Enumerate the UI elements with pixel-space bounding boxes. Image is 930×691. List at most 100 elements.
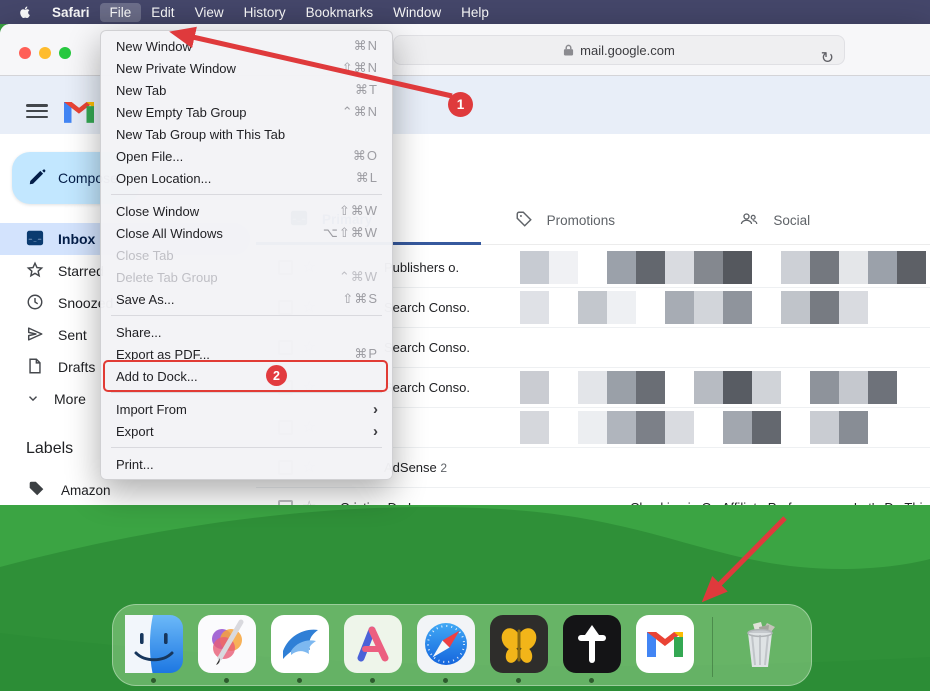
menubar-item-edit[interactable]: Edit bbox=[141, 3, 184, 22]
star-icon[interactable]: ☆ bbox=[302, 497, 316, 505]
menu-item-shortcut: ⌘T bbox=[355, 82, 378, 97]
dock-icon-trash[interactable] bbox=[731, 615, 789, 685]
file-menu-item-new-empty-tab-group[interactable]: New Empty Tab Group ⌃⌘N bbox=[101, 101, 392, 123]
menu-item-shortcut: ⌥⇧⌘W bbox=[322, 225, 378, 240]
zoom-window-button[interactable] bbox=[59, 47, 71, 59]
menubar-item-bookmarks[interactable]: Bookmarks bbox=[296, 3, 384, 22]
menu-item-shortcut: ⌘O bbox=[352, 148, 378, 163]
email-sender: Search Conso. bbox=[384, 340, 470, 355]
gmail-logo bbox=[64, 97, 94, 132]
menubar-item-view[interactable]: View bbox=[185, 3, 234, 22]
menu-item-shortcut: ⇧⌘N bbox=[341, 60, 378, 75]
menu-item-label: Open File... bbox=[116, 148, 184, 164]
labels-heading: Labels bbox=[26, 440, 74, 457]
file-menu-item-close-tab: Close Tab bbox=[101, 244, 392, 266]
apple-menu-icon[interactable] bbox=[0, 4, 42, 20]
file-menu-item-print[interactable]: Print... bbox=[101, 453, 392, 475]
menu-item-label: Export bbox=[116, 423, 154, 439]
annotation-badge-1: 1 bbox=[448, 92, 473, 117]
sidebar-item-label: More bbox=[54, 391, 86, 407]
dock-icon-gmail[interactable] bbox=[636, 615, 694, 685]
menu-item-label: Import From bbox=[116, 401, 187, 417]
running-indicator-dot bbox=[443, 678, 448, 683]
sidebar-item-label: Sent bbox=[58, 327, 87, 343]
submenu-chevron-icon: › bbox=[373, 400, 378, 418]
menu-item-label: New Window bbox=[116, 38, 192, 54]
draft-icon bbox=[26, 357, 44, 378]
email-sender: Search Conso. bbox=[384, 300, 470, 315]
file-menu-item-open-location[interactable]: Open Location... ⌘L bbox=[101, 167, 392, 189]
dock-icon-bird[interactable] bbox=[271, 615, 329, 685]
inbox-icon bbox=[26, 229, 44, 250]
minimize-window-button[interactable] bbox=[39, 47, 51, 59]
dock-icon-t-app[interactable] bbox=[563, 615, 621, 685]
running-indicator-dot bbox=[370, 678, 375, 683]
sidebar-item-label: Drafts bbox=[58, 359, 96, 375]
file-menu-item-delete-tab-group: Delete Tab Group ⌃⌘W bbox=[101, 266, 392, 288]
email-row[interactable]: ☆Cristina De LeonChecking in On Affiliat… bbox=[256, 488, 930, 505]
chevron-icon bbox=[26, 391, 40, 408]
reload-icon[interactable]: ↻ bbox=[821, 51, 834, 67]
redacted-content bbox=[520, 291, 926, 324]
dock bbox=[112, 604, 812, 686]
macos-menu-bar: Safari File Edit View History Bookmarks Window… bbox=[0, 0, 930, 24]
email-sender: Search Conso. bbox=[384, 380, 470, 395]
menu-item-label: New Tab Group with This Tab bbox=[116, 126, 286, 142]
file-menu-item-add-to-dock[interactable]: Add to Dock... 2 bbox=[101, 360, 392, 392]
file-menu-item-export[interactable]: Export › bbox=[101, 420, 392, 442]
email-sender: Publishers o. bbox=[384, 260, 460, 275]
file-menu-item-new-window[interactable]: New Window ⌘N bbox=[101, 35, 392, 57]
menu-item-label: Delete Tab Group bbox=[116, 269, 218, 285]
tab-social[interactable]: Social bbox=[705, 196, 930, 245]
menu-item-shortcut: ⌘N bbox=[353, 38, 378, 53]
menu-item-label: Print... bbox=[116, 456, 154, 472]
menu-item-shortcut: ⇧⌘W bbox=[338, 203, 378, 218]
file-menu-item-import-from[interactable]: Import From › bbox=[101, 398, 392, 420]
file-menu-item-close-all-windows[interactable]: Close All Windows ⌥⇧⌘W bbox=[101, 222, 392, 244]
dock-separator bbox=[712, 617, 713, 677]
redacted-content bbox=[520, 411, 926, 444]
email-sender: AdSense 2 bbox=[384, 460, 448, 475]
running-indicator-dot bbox=[297, 678, 302, 683]
file-menu-item-new-tab[interactable]: New Tab ⌘T bbox=[101, 79, 392, 101]
file-menu-item-new-tab-group-with-this-tab[interactable]: New Tab Group with This Tab bbox=[101, 123, 392, 145]
pencil-icon bbox=[28, 168, 46, 189]
tab-label: Social bbox=[773, 213, 811, 228]
dock-icon-safari[interactable] bbox=[417, 615, 475, 685]
dock-icon-pixelmator[interactable] bbox=[198, 615, 256, 685]
menu-item-label: Close Tab bbox=[116, 247, 174, 263]
sidebar-item-label: Starred bbox=[58, 263, 104, 279]
running-indicator-dot bbox=[589, 678, 594, 683]
file-menu-item-close-window[interactable]: Close Window ⇧⌘W bbox=[101, 200, 392, 222]
tag-icon bbox=[515, 210, 533, 231]
label-text: Amazon bbox=[61, 482, 111, 498]
hamburger-menu-icon[interactable] bbox=[26, 104, 48, 118]
menubar-item-file[interactable]: File bbox=[99, 2, 142, 22]
file-menu-item-share[interactable]: Share... bbox=[101, 321, 392, 343]
menu-item-shortcut: ⌘L bbox=[355, 170, 378, 185]
tab-promotions[interactable]: Promotions bbox=[481, 196, 706, 245]
dock-icon-finder[interactable] bbox=[125, 615, 183, 685]
file-menu-item-open-file[interactable]: Open File... ⌘O bbox=[101, 145, 392, 167]
menubar-item-help[interactable]: Help bbox=[451, 3, 499, 22]
close-window-button[interactable] bbox=[19, 47, 31, 59]
file-menu-item-new-private-window[interactable]: New Private Window ⇧⌘N bbox=[101, 57, 392, 79]
file-menu-panel: New Window ⌘N New Private Window ⇧⌘N New Tab… bbox=[100, 30, 393, 480]
menu-item-shortcut: ⌃⌘N bbox=[341, 104, 378, 119]
dock-icon-butterfly[interactable] bbox=[490, 615, 548, 685]
menu-item-label: Close All Windows bbox=[116, 225, 223, 241]
running-indicator-dot bbox=[516, 678, 521, 683]
dock-icon-a-app[interactable] bbox=[344, 615, 402, 685]
star-icon bbox=[26, 261, 44, 282]
address-bar[interactable]: mail.google.com ↻ bbox=[393, 35, 845, 67]
menu-separator bbox=[111, 315, 382, 316]
menubar-item-window[interactable]: Window bbox=[383, 3, 451, 22]
menu-separator bbox=[111, 194, 382, 195]
file-menu-item-save-as[interactable]: Save As... ⇧⌘S bbox=[101, 288, 392, 310]
annotation-frame bbox=[103, 360, 388, 392]
menu-item-label: Open Location... bbox=[116, 170, 212, 186]
sidebar-item-label: Inbox bbox=[58, 231, 96, 247]
menubar-item-history[interactable]: History bbox=[234, 3, 296, 22]
menubar-item-safari[interactable]: Safari bbox=[42, 3, 100, 22]
sidebar-label-amazon[interactable]: Amazon bbox=[0, 474, 111, 505]
